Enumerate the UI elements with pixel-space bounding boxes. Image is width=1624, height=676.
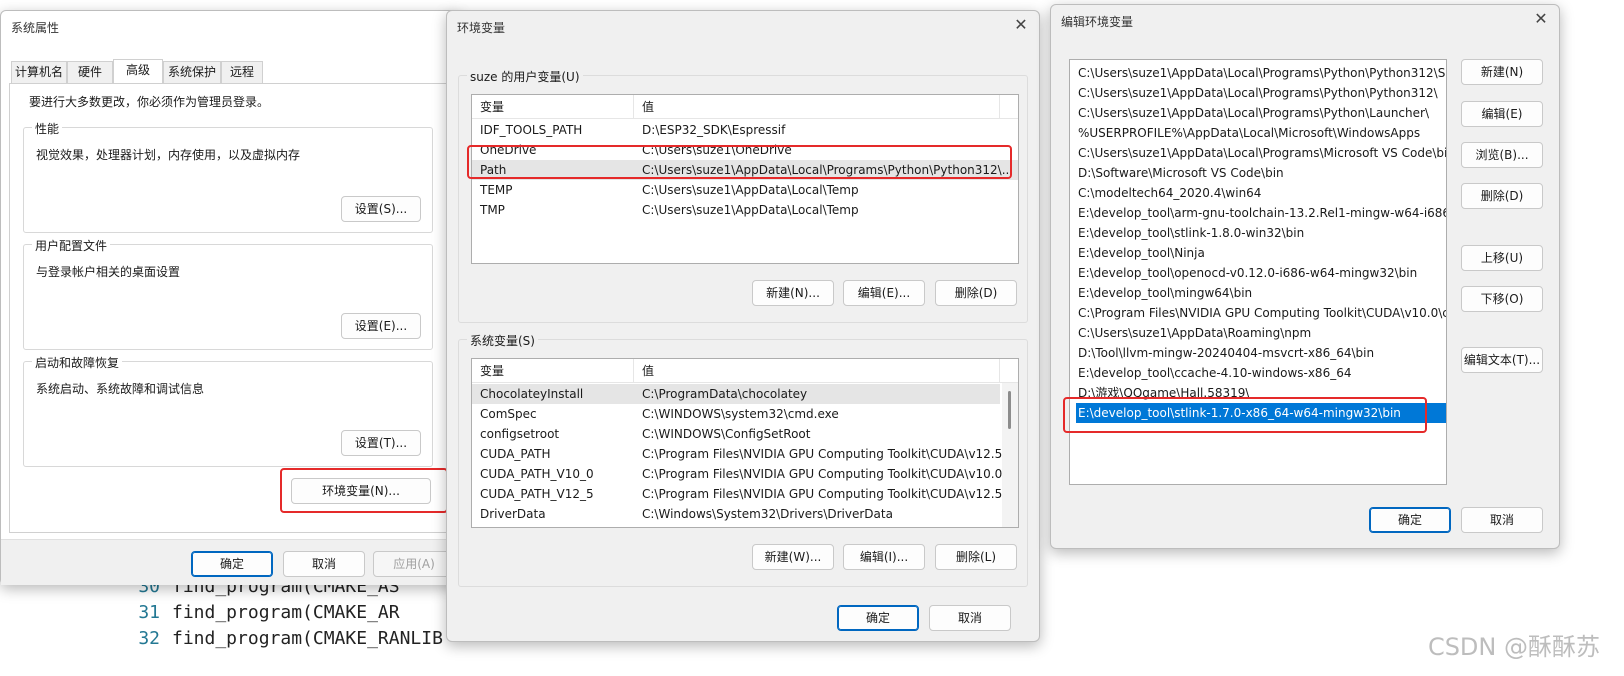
list-item[interactable]: CUDA_PATH C:\Program Files\NVIDIA GPU Com… bbox=[472, 444, 1002, 464]
environment-variables-window: 环境变量 ✕ suze 的用户变量(U) 变量 值 IDF_TOOLS_PATH… bbox=[446, 10, 1040, 642]
list-item[interactable]: C:\Users\suze1\AppData\Roaming\npm bbox=[1076, 323, 1446, 343]
list-item[interactable]: configsetroot C:\WINDOWS\ConfigSetRoot bbox=[472, 424, 1000, 444]
edit-environment-variable-window: 编辑环境变量 ✕ C:\Users\suze1\AppData\Local\Pr… bbox=[1050, 4, 1560, 549]
cancel-button[interactable]: 取消 bbox=[1461, 507, 1543, 533]
ok-button[interactable]: 确定 bbox=[837, 605, 919, 631]
user-new-button[interactable]: 新建(N)... bbox=[752, 280, 834, 306]
group-title: 系统变量(S) bbox=[467, 332, 538, 349]
list-item[interactable]: DriverData C:\Windows\System32\Drivers\Dr… bbox=[472, 504, 1000, 524]
code-line: 31 find_program(CMAKE_AR bbox=[138, 602, 400, 623]
tab-remote[interactable]: 远程 bbox=[221, 61, 263, 83]
list-item[interactable]: TMP C:\Users\suze1\AppData\Local\Temp bbox=[472, 200, 1018, 220]
list-item[interactable]: C:\Program Files\NVIDIA GPU Computing To… bbox=[1076, 303, 1446, 323]
window-title: 编辑环境变量 bbox=[1061, 15, 1134, 29]
scrollbar-thumb[interactable] bbox=[1008, 391, 1011, 429]
list-item[interactable]: D:\Software\Microsoft VS Code\bin bbox=[1076, 163, 1446, 183]
column-header-variable[interactable]: 变量 bbox=[472, 95, 634, 119]
list-item[interactable]: E:\develop_tool\stlink-1.8.0-win32\bin bbox=[1076, 223, 1446, 243]
highlight-box bbox=[280, 468, 448, 513]
window-title: 环境变量 bbox=[457, 21, 506, 35]
close-icon[interactable]: ✕ bbox=[1531, 9, 1551, 29]
list-item[interactable]: C:\modeltech64_2020.4\win64 bbox=[1076, 183, 1446, 203]
performance-settings-button[interactable]: 设置(S)... bbox=[341, 196, 421, 222]
window-title: 系统属性 bbox=[11, 21, 60, 35]
list-item[interactable]: C:\Users\suze1\AppData\Local\Programs\Py… bbox=[1076, 83, 1446, 103]
new-entry-button[interactable]: 新建(N) bbox=[1461, 59, 1543, 85]
group-title: 用户配置文件 bbox=[32, 237, 111, 254]
group-description: 与登录帐户相关的桌面设置 bbox=[36, 265, 181, 279]
edit-entry-button[interactable]: 编辑(E) bbox=[1461, 101, 1543, 127]
tab-system-protection[interactable]: 系统保护 bbox=[163, 61, 221, 83]
system-variables-list[interactable]: 变量 值 ChocolateyInstall C:\ProgramData\cho… bbox=[471, 358, 1019, 528]
user-variables-group: suze 的用户变量(U) 变量 值 IDF_TOOLS_PATH D:\ESP3… bbox=[458, 68, 1028, 323]
list-item[interactable]: CUDA_PATH_V10_0 C:\Program Files\NVIDIA G… bbox=[472, 464, 1002, 484]
group-description: 系统启动、系统故障和调试信息 bbox=[36, 382, 205, 396]
browse-button[interactable]: 浏览(B)... bbox=[1461, 142, 1543, 168]
user-profile-group: 用户配置文件 与登录帐户相关的桌面设置 设置(E)... bbox=[23, 237, 433, 350]
cancel-button[interactable]: 取消 bbox=[283, 551, 365, 577]
highlight-box bbox=[1063, 397, 1427, 433]
list-header: 变量 值 bbox=[472, 359, 1018, 383]
system-delete-button[interactable]: 删除(L) bbox=[935, 544, 1017, 570]
edit-text-button[interactable]: 编辑文本(T)... bbox=[1461, 347, 1543, 373]
list-item[interactable]: ComSpec C:\WINDOWS\system32\cmd.exe bbox=[472, 404, 1000, 424]
ok-button[interactable]: 确定 bbox=[1369, 507, 1451, 533]
ok-button[interactable]: 确定 bbox=[191, 551, 273, 577]
system-edit-button[interactable]: 编辑(I)... bbox=[843, 544, 925, 570]
column-header-value[interactable]: 值 bbox=[634, 359, 1000, 383]
list-item[interactable]: TEMP C:\Users\suze1\AppData\Local\Temp bbox=[472, 180, 1018, 200]
group-title: 启动和故障恢复 bbox=[32, 354, 123, 371]
admin-note: 要进行大多数更改，你必须作为管理员登录。 bbox=[29, 95, 270, 109]
list-item[interactable]: E:\develop_tool\Ninja bbox=[1076, 243, 1446, 263]
group-title: 性能 bbox=[32, 120, 63, 137]
move-down-button[interactable]: 下移(O) bbox=[1461, 286, 1543, 312]
column-header-value[interactable]: 值 bbox=[634, 95, 1000, 119]
list-item[interactable]: E:\develop_tool\openocd-v0.12.0-i686-w64… bbox=[1076, 263, 1446, 283]
list-item[interactable]: C:\Users\suze1\AppData\Local\Programs\Py… bbox=[1076, 103, 1446, 123]
list-item[interactable]: IDF_TOOLS_PATH D:\ESP32_SDK\Espressif bbox=[472, 120, 1018, 140]
performance-group: 性能 视觉效果，处理器计划，内存使用，以及虚拟内存 设置(S)... bbox=[23, 120, 433, 233]
user-profile-settings-button[interactable]: 设置(E)... bbox=[341, 313, 421, 339]
system-properties-window: 系统属性 计算机名 硬件 高级 系统保护 远程 要进行大多数更改，你必须作为管理… bbox=[0, 10, 460, 585]
list-item-selected[interactable]: ChocolateyInstall C:\ProgramData\chocolat… bbox=[472, 384, 1000, 404]
watermark: CSDN @酥酥苏 bbox=[1427, 633, 1600, 661]
list-item[interactable]: %USERPROFILE%\AppData\Local\Microsoft\Wi… bbox=[1076, 123, 1446, 143]
startup-recovery-group: 启动和故障恢复 系统启动、系统故障和调试信息 设置(T)... bbox=[23, 354, 433, 467]
list-item[interactable]: D:\Tool\llvm-mingw-20240404-msvcrt-x86_6… bbox=[1076, 343, 1446, 363]
system-new-button[interactable]: 新建(W)... bbox=[752, 544, 834, 570]
close-icon[interactable]: ✕ bbox=[1011, 15, 1031, 35]
user-delete-button[interactable]: 删除(D) bbox=[935, 280, 1017, 306]
user-variables-list[interactable]: 变量 值 IDF_TOOLS_PATH D:\ESP32_SDK\Espressi… bbox=[471, 94, 1019, 264]
tab-hardware[interactable]: 硬件 bbox=[67, 61, 113, 83]
highlight-box bbox=[467, 145, 1012, 179]
code-line: 32 find_program(CMAKE_RANLIB bbox=[138, 628, 443, 649]
list-header: 变量 值 bbox=[472, 95, 1018, 119]
apply-button[interactable]: 应用(A) bbox=[373, 551, 455, 577]
user-edit-button[interactable]: 编辑(E)... bbox=[843, 280, 925, 306]
list-item[interactable]: CUDA_PATH_V12_5 C:\Program Files\NVIDIA G… bbox=[472, 484, 1002, 504]
list-item[interactable]: C:\Users\suze1\AppData\Local\Programs\Py… bbox=[1076, 63, 1446, 83]
startup-settings-button[interactable]: 设置(T)... bbox=[341, 430, 421, 456]
list-item[interactable]: E:\develop_tool\mingw64\bin bbox=[1076, 283, 1446, 303]
column-header-variable[interactable]: 变量 bbox=[472, 359, 634, 383]
group-title: suze 的用户变量(U) bbox=[467, 68, 583, 85]
system-variables-group: 系统变量(S) 变量 值 ChocolateyInstall C:\Program… bbox=[458, 332, 1028, 587]
tab-computer-name[interactable]: 计算机名 bbox=[11, 61, 67, 83]
list-item[interactable]: E:\develop_tool\ccache-4.10-windows-x86_… bbox=[1076, 363, 1446, 383]
tab-advanced[interactable]: 高级 bbox=[113, 59, 163, 83]
list-item[interactable]: C:\Users\suze1\AppData\Local\Programs\Mi… bbox=[1076, 143, 1446, 163]
move-up-button[interactable]: 上移(U) bbox=[1461, 245, 1543, 271]
cancel-button[interactable]: 取消 bbox=[929, 605, 1011, 631]
vertical-scrollbar[interactable] bbox=[1002, 383, 1018, 527]
delete-entry-button[interactable]: 删除(D) bbox=[1461, 183, 1543, 209]
group-description: 视觉效果，处理器计划，内存使用，以及虚拟内存 bbox=[36, 148, 301, 162]
list-item[interactable]: E:\develop_tool\arm-gnu-toolchain-13.2.R… bbox=[1076, 203, 1446, 223]
